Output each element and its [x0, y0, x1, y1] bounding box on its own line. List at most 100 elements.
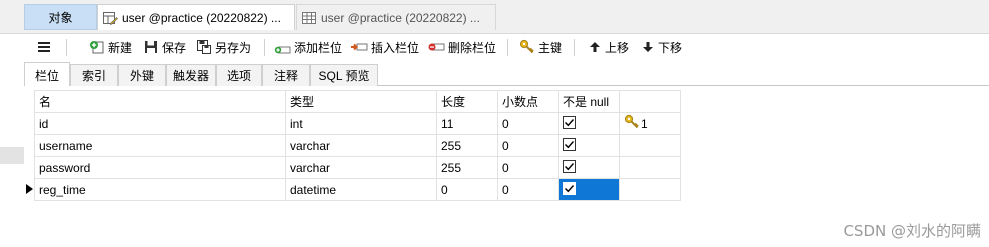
key-icon: [519, 39, 535, 55]
field-decimals-cell[interactable]: 0: [497, 134, 559, 157]
tab-comment[interactable]: 注释: [262, 64, 310, 86]
not-null-checkbox[interactable]: [563, 160, 576, 173]
not-null-checkbox[interactable]: [563, 182, 576, 195]
field-name-cell[interactable]: password: [34, 156, 286, 179]
field-decimals-cell[interactable]: 0: [497, 112, 559, 135]
tab-foreign-keys[interactable]: 外键: [118, 64, 166, 86]
field-type-cell[interactable]: varchar: [285, 134, 437, 157]
tab-sql-preview[interactable]: SQL 预览: [310, 64, 378, 86]
field-type-cell[interactable]: datetime: [285, 178, 437, 201]
key-cell[interactable]: [619, 156, 681, 179]
save-icon: [143, 39, 159, 55]
field-length-cell[interactable]: 0: [436, 178, 498, 201]
move-up-button[interactable]: 上移: [588, 37, 629, 57]
primary-key-label: 主键: [538, 40, 563, 55]
table-row[interactable]: id int 11 0 1: [34, 112, 681, 135]
side-panel-edge: [0, 147, 24, 164]
table-design-icon: [102, 10, 118, 26]
current-row-indicator: [24, 178, 34, 200]
insert-field-button[interactable]: 插入栏位: [350, 37, 419, 57]
tab-table-data[interactable]: user @practice (20220822) ...: [296, 4, 496, 30]
col-header-length[interactable]: 长度: [436, 90, 498, 113]
tab-sql-preview-label: SQL 预览: [318, 69, 370, 83]
key-order: 1: [641, 116, 648, 131]
toolbar: 新建 保存 另存为 添加栏位 插入栏位 删除栏位 主键 上移 下移: [0, 34, 989, 61]
field-type-cell[interactable]: varchar: [285, 156, 437, 179]
toolbar-divider: [507, 39, 508, 56]
insert-field-icon: [350, 39, 368, 55]
tab-table-design-label: user @practice (20220822) ...: [122, 10, 281, 25]
col-header-name[interactable]: 名: [34, 90, 286, 113]
primary-key-button[interactable]: 主键: [519, 37, 562, 57]
tab-objects-label: 对象: [48, 10, 73, 25]
move-up-label: 上移: [605, 40, 630, 55]
document-tab-bar: 对象 user @practice (20220822) ... user @p…: [0, 0, 989, 34]
not-null-cell-selected[interactable]: [558, 178, 620, 201]
new-label: 新建: [108, 40, 133, 55]
watermark: CSDN @刘水的阿瞒: [843, 222, 981, 240]
field-type-cell[interactable]: int: [285, 112, 437, 135]
field-length-cell[interactable]: 255: [436, 134, 498, 157]
not-null-cell[interactable]: [558, 112, 620, 135]
tab-triggers-label: 触发器: [172, 69, 209, 83]
save-button[interactable]: 保存: [143, 37, 186, 57]
not-null-checkbox[interactable]: [563, 116, 576, 129]
save-as-icon: [196, 39, 212, 55]
table-row[interactable]: password varchar 255 0: [34, 156, 681, 179]
tab-indexes[interactable]: 索引: [70, 64, 118, 86]
tab-triggers[interactable]: 触发器: [166, 64, 216, 86]
key-cell[interactable]: 1: [619, 112, 681, 135]
design-tab-bar: 栏位 索引 外键 触发器 选项 注释 SQL 预览: [24, 62, 989, 87]
table-row[interactable]: username varchar 255 0: [34, 134, 681, 157]
col-header-decimals[interactable]: 小数点: [497, 90, 559, 113]
move-down-button[interactable]: 下移: [641, 37, 682, 57]
field-length-cell[interactable]: 11: [436, 112, 498, 135]
toolbar-divider: [66, 39, 67, 56]
tab-options[interactable]: 选项: [216, 64, 262, 86]
key-cell[interactable]: [619, 134, 681, 157]
tab-indexes-label: 索引: [81, 69, 106, 83]
table-row[interactable]: reg_time datetime 0 0: [34, 178, 681, 201]
hamburger-icon: [36, 40, 52, 54]
tab-comment-label: 注释: [273, 69, 298, 83]
field-name-cell[interactable]: reg_time: [34, 178, 286, 201]
delete-field-icon: [427, 39, 445, 55]
insert-field-label: 插入栏位: [371, 40, 420, 55]
field-name-cell[interactable]: username: [34, 134, 286, 157]
field-name-cell[interactable]: id: [34, 112, 286, 135]
key-cell[interactable]: [619, 178, 681, 201]
toolbar-divider: [264, 39, 265, 56]
arrow-down-icon: [641, 40, 655, 54]
add-field-icon: [273, 39, 291, 55]
tab-table-design[interactable]: user @practice (20220822) ...: [97, 4, 295, 30]
menu-button[interactable]: [36, 37, 55, 57]
tab-fields[interactable]: 栏位: [24, 62, 70, 87]
save-as-label: 另存为: [215, 40, 252, 55]
new-icon: [89, 39, 105, 55]
not-null-cell[interactable]: [558, 156, 620, 179]
add-field-button[interactable]: 添加栏位: [273, 37, 342, 57]
move-down-label: 下移: [658, 40, 683, 55]
save-label: 保存: [162, 40, 187, 55]
col-header-type[interactable]: 类型: [285, 90, 437, 113]
new-button[interactable]: 新建: [89, 37, 132, 57]
col-header-not-null[interactable]: 不是 null: [558, 90, 620, 113]
fields-table: 名 类型 长度 小数点 不是 null id int 11 0 1 userna…: [34, 90, 681, 201]
field-length-cell[interactable]: 255: [436, 156, 498, 179]
tab-objects[interactable]: 对象: [24, 4, 97, 30]
field-decimals-cell[interactable]: 0: [497, 178, 559, 201]
save-as-button[interactable]: 另存为: [196, 37, 251, 57]
tab-options-label: 选项: [226, 69, 251, 83]
field-decimals-cell[interactable]: 0: [497, 156, 559, 179]
toolbar-divider: [574, 39, 575, 56]
add-field-label: 添加栏位: [294, 40, 343, 55]
col-header-key[interactable]: [619, 90, 681, 113]
delete-field-button[interactable]: 删除栏位: [427, 37, 496, 57]
not-null-checkbox[interactable]: [563, 138, 576, 151]
not-null-cell[interactable]: [558, 134, 620, 157]
delete-field-label: 删除栏位: [448, 40, 497, 55]
tab-table-data-label: user @practice (20220822) ...: [321, 10, 480, 25]
header-row: 名 类型 长度 小数点 不是 null: [34, 90, 681, 113]
table-icon: [301, 10, 317, 26]
tab-foreign-keys-label: 外键: [129, 69, 154, 83]
